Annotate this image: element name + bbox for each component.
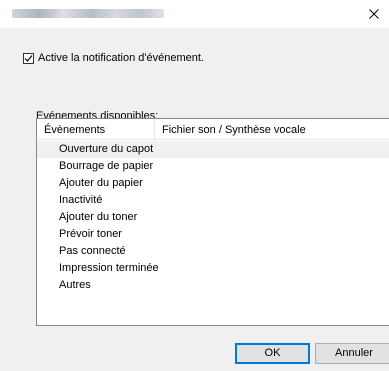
event-notification-option[interactable]: Active la notification d'événement. bbox=[23, 51, 204, 65]
event-notification-dialog: Active la notification d'événement. Evén… bbox=[0, 0, 389, 371]
events-list-body: Ouverture du capot Bourrage de papier Aj… bbox=[37, 141, 389, 294]
event-notification-checkbox[interactable] bbox=[23, 52, 34, 64]
list-item-paper-jam[interactable]: Bourrage de papier bbox=[37, 158, 389, 175]
events-list[interactable]: Évènements Fichier son / Synthèse vocale… bbox=[36, 118, 389, 326]
list-item-add-toner[interactable]: Ajouter du toner bbox=[37, 209, 389, 226]
event-notification-label[interactable]: Active la notification d'événement. bbox=[38, 52, 204, 64]
list-item-print-complete[interactable]: Impression terminée bbox=[37, 260, 389, 277]
list-item-cover-open[interactable]: Ouverture du capot bbox=[37, 141, 389, 158]
window-title-redacted bbox=[12, 9, 164, 18]
list-item-not-connected[interactable]: Pas connecté bbox=[37, 243, 389, 260]
cancel-button[interactable]: Annuler bbox=[315, 343, 389, 364]
list-item-inactivity[interactable]: Inactivité bbox=[37, 192, 389, 209]
list-item-toner-low[interactable]: Prévoir toner bbox=[37, 226, 389, 243]
column-divider[interactable] bbox=[154, 119, 155, 139]
column-header-events[interactable]: Évènements bbox=[44, 124, 105, 136]
ok-button[interactable]: OK bbox=[235, 343, 310, 364]
checkmark-icon bbox=[24, 54, 33, 62]
column-header-sound[interactable]: Fichier son / Synthèse vocale bbox=[162, 124, 306, 136]
close-icon bbox=[369, 9, 379, 19]
title-bar bbox=[0, 0, 389, 28]
list-item-add-paper[interactable]: Ajouter du papier bbox=[37, 175, 389, 192]
close-button[interactable] bbox=[359, 0, 389, 28]
list-item-other[interactable]: Autres bbox=[37, 277, 389, 294]
events-list-header: Évènements Fichier son / Synthèse vocale bbox=[37, 119, 389, 140]
